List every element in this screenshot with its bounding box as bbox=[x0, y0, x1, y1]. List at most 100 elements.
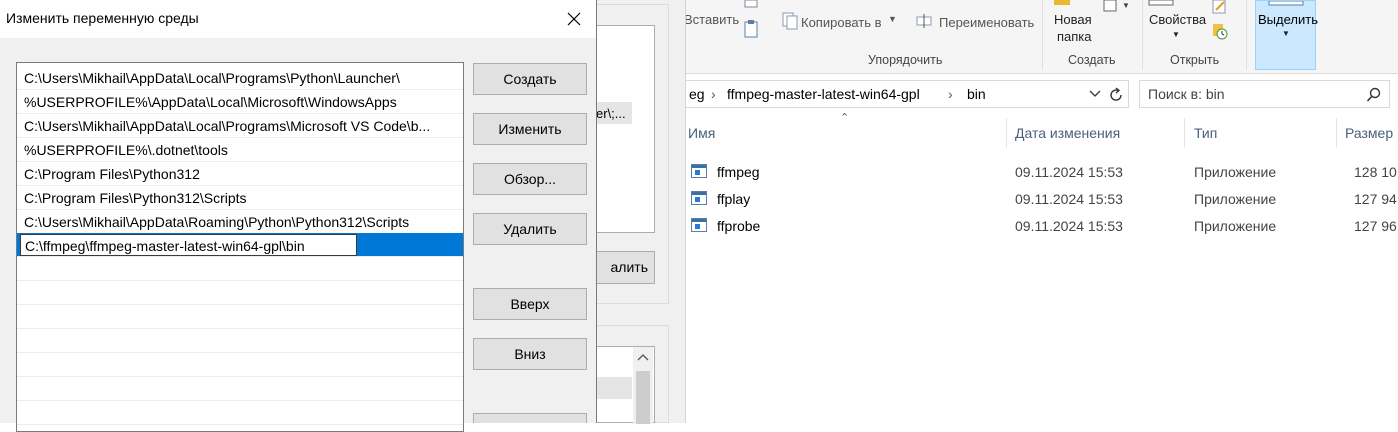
copy-to-dropdown-icon: ▼ bbox=[888, 14, 897, 24]
clipboard-icon bbox=[744, 20, 758, 38]
breadcrumb-item-1[interactable]: ffmpeg-master-latest-win64-gpl bbox=[727, 86, 920, 102]
environment-variables-dialog: er\;... алить bbox=[596, 0, 686, 424]
application-icon bbox=[691, 191, 707, 205]
path-list[interactable]: C:\Users\Mikhail\AppData\Local\Programs\… bbox=[16, 62, 464, 432]
column-date[interactable]: Дата изменения bbox=[1015, 125, 1120, 141]
list-item-empty[interactable] bbox=[17, 329, 463, 353]
breadcrumb-chevron-icon: › bbox=[711, 86, 716, 102]
edit-environment-variable-dialog: Изменить переменную среды C:\Users\Mikha… bbox=[0, 0, 597, 432]
move-up-button[interactable]: Вверх bbox=[473, 288, 587, 320]
file-date: 09.11.2024 15:53 bbox=[1015, 191, 1123, 207]
list-item-empty[interactable] bbox=[17, 377, 463, 401]
column-type[interactable]: Тип bbox=[1194, 125, 1217, 141]
scroll-up-icon[interactable] bbox=[637, 353, 649, 361]
list-item[interactable]: C:\Program Files\Python312 bbox=[17, 162, 463, 186]
new-folder-icon bbox=[1054, 0, 1070, 5]
new-folder-label-1[interactable]: Новая bbox=[1054, 12, 1092, 27]
new-folder-label-2[interactable]: папка bbox=[1057, 29, 1092, 44]
breadcrumb-chevron-icon: › bbox=[948, 86, 953, 102]
path-edit-field[interactable]: C:\ffmpeg\ffmpeg-master-latest-win64-gpl… bbox=[20, 234, 357, 256]
delete-variable-button[interactable]: алить bbox=[596, 251, 655, 284]
system-variables-list[interactable] bbox=[596, 346, 655, 424]
ribbon: Вставить Копировать в ▼ Переименовать Но… bbox=[596, 0, 1398, 74]
search-icon[interactable] bbox=[1366, 87, 1382, 103]
path-value: C:\Users\Mikhail\AppData\Roaming\Python\… bbox=[24, 214, 410, 230]
breadcrumb-item-2[interactable]: bin bbox=[967, 86, 986, 102]
properties-button[interactable]: Свойства bbox=[1149, 12, 1206, 27]
file-date: 09.11.2024 15:53 bbox=[1015, 218, 1123, 234]
copy-to-icon bbox=[782, 12, 798, 30]
properties-icon bbox=[1148, 0, 1174, 6]
list-item-empty[interactable] bbox=[17, 401, 463, 425]
move-down-button[interactable]: Вниз bbox=[473, 338, 587, 370]
file-row[interactable]: ffplay 09.11.2024 15:53 Приложение 127 9… bbox=[684, 187, 1398, 213]
scrollbar-thumb[interactable] bbox=[636, 371, 650, 424]
rename-icon bbox=[916, 14, 932, 28]
search-input[interactable]: Поиск в: bin bbox=[1148, 86, 1225, 102]
breadcrumb-item-0[interactable]: eg bbox=[689, 86, 705, 102]
file-row[interactable]: ffmpeg 09.11.2024 15:53 Приложение 128 1… bbox=[684, 160, 1398, 186]
path-value: C:\Program Files\Python312\Scripts bbox=[24, 190, 247, 206]
history-icon bbox=[1213, 24, 1228, 40]
path-value: C:\Users\Mikhail\AppData\Local\Programs\… bbox=[24, 118, 431, 134]
group-create: Создать bbox=[1068, 53, 1116, 67]
delete-button[interactable]: Удалить bbox=[473, 213, 587, 245]
file-size: 127 94 bbox=[1354, 191, 1397, 207]
file-size: 128 10 bbox=[1354, 164, 1397, 180]
variable-value-fragment: er\;... bbox=[596, 106, 626, 121]
list-item-empty[interactable] bbox=[17, 353, 463, 377]
user-variables-list[interactable]: er\;... bbox=[596, 25, 655, 233]
close-button[interactable] bbox=[552, 1, 596, 37]
file-name: ffplay bbox=[717, 191, 751, 207]
group-organize: Упорядочить bbox=[868, 53, 943, 67]
select-icon bbox=[1268, 1, 1304, 6]
list-item-empty[interactable] bbox=[17, 257, 463, 281]
create-button[interactable]: Создать bbox=[473, 63, 587, 95]
list-item[interactable]: %USERPROFILE%\AppData\Local\Microsoft\Wi… bbox=[17, 90, 463, 114]
path-value: C:\Users\Mikhail\AppData\Local\Programs\… bbox=[24, 70, 400, 86]
file-explorer-window: Вставить Копировать в ▼ Переименовать Но… bbox=[596, 0, 1398, 423]
path-value: %USERPROFILE%\AppData\Local\Microsoft\Wi… bbox=[24, 94, 397, 110]
refresh-icon[interactable] bbox=[1107, 86, 1125, 104]
path-value: %USERPROFILE%\.dotnet\tools bbox=[24, 142, 228, 158]
list-item[interactable]: C:\Users\Mikhail\AppData\Local\Programs\… bbox=[17, 66, 463, 90]
select-dropdown-icon: ▼ bbox=[1282, 29, 1290, 38]
select-button[interactable]: Выделить ▼ bbox=[1255, 0, 1318, 70]
application-icon bbox=[691, 218, 707, 232]
file-type: Приложение bbox=[1194, 164, 1277, 180]
dialog-title: Изменить переменную среды bbox=[6, 10, 199, 26]
edit-button[interactable]: Изменить bbox=[473, 113, 587, 145]
group-open: Открыть bbox=[1170, 53, 1220, 67]
text-edit-button[interactable] bbox=[473, 413, 587, 423]
list-item-empty[interactable] bbox=[17, 305, 463, 329]
new-item-icon: ▼ bbox=[1103, 0, 1130, 12]
column-size[interactable]: Размер bbox=[1345, 125, 1393, 141]
list-item[interactable]: C:\Program Files\Python312\Scripts bbox=[17, 186, 463, 210]
list-item-empty[interactable] bbox=[17, 281, 463, 305]
list-item[interactable]: C:\Users\Mikhail\AppData\Roaming\Python\… bbox=[17, 210, 463, 234]
close-icon bbox=[567, 12, 581, 26]
file-size: 127 96 bbox=[1354, 218, 1397, 234]
address-bar[interactable]: eg › ffmpeg-master-latest-win64-gpl › bi… bbox=[684, 80, 1129, 108]
list-item[interactable]: %USERPROFILE%\.dotnet\tools bbox=[17, 138, 463, 162]
search-box[interactable]: Поиск в: bin bbox=[1139, 80, 1390, 108]
copy-icon bbox=[744, 0, 758, 8]
browse-button[interactable]: Обзор... bbox=[473, 163, 587, 195]
properties-dropdown-icon: ▼ bbox=[1172, 30, 1180, 39]
copy-to-button[interactable]: Копировать в bbox=[801, 15, 882, 30]
file-date: 09.11.2024 15:53 bbox=[1015, 164, 1123, 180]
chevron-down-icon[interactable] bbox=[1089, 89, 1101, 99]
paste-button[interactable]: Вставить bbox=[684, 12, 739, 27]
rename-button[interactable]: Переименовать bbox=[939, 15, 1034, 30]
svg-text:▼: ▼ bbox=[1122, 1, 1130, 10]
select-label: Выделить bbox=[1258, 12, 1318, 27]
list-item-selected[interactable]: C:\ffmpeg\ffmpeg-master-latest-win64-gpl… bbox=[17, 233, 463, 257]
list-item[interactable]: C:\Users\Mikhail\AppData\Local\Programs\… bbox=[17, 114, 463, 138]
file-name: ffmpeg bbox=[717, 164, 760, 180]
application-icon bbox=[691, 164, 707, 178]
column-name[interactable]: Имя bbox=[688, 125, 715, 141]
path-edit-value: C:\ffmpeg\ffmpeg-master-latest-win64-gpl… bbox=[25, 238, 305, 254]
file-row[interactable]: ffprobe 09.11.2024 15:53 Приложение 127 … bbox=[684, 214, 1398, 240]
title-bar[interactable]: Изменить переменную среды bbox=[0, 0, 596, 38]
scrollbar[interactable] bbox=[633, 347, 653, 424]
